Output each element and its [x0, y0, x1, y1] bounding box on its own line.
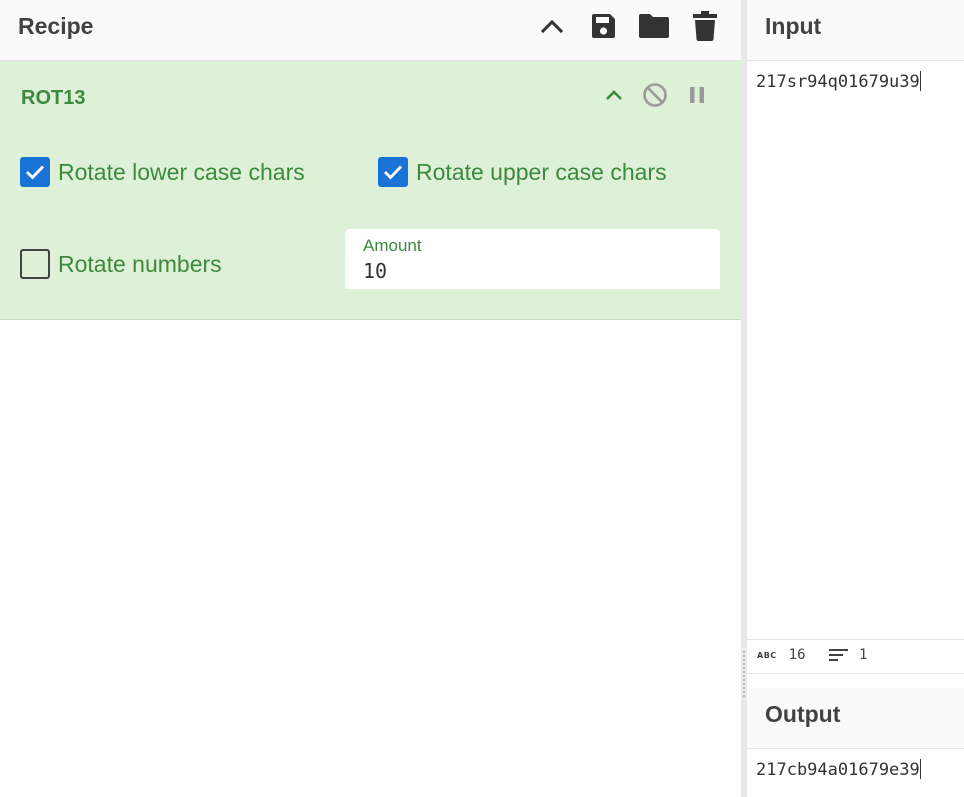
rotate-lower-label: Rotate lower case chars [58, 158, 305, 185]
chevron-up-icon[interactable] [600, 81, 628, 109]
length-value: 16 [788, 647, 806, 663]
checkbox-checked-icon[interactable] [378, 157, 408, 187]
amount-field[interactable]: Amount [345, 229, 720, 289]
rotate-upper-label: Rotate upper case chars [416, 158, 667, 185]
rotate-numbers-label: Rotate numbers [58, 250, 222, 277]
text-caret [919, 71, 921, 91]
abc-icon: ABC [757, 650, 777, 660]
input-textarea[interactable]: 217sr94q01679u39 [756, 71, 921, 92]
rotate-lower-checkbox[interactable]: Rotate lower case chars [20, 157, 305, 187]
chevron-up-icon[interactable] [536, 10, 568, 42]
input-header: Input [747, 0, 964, 61]
amount-label: Amount [363, 236, 422, 255]
rotate-numbers-checkbox[interactable]: Rotate numbers [20, 249, 222, 279]
input-status-bar: ABC 16 1 [747, 639, 964, 674]
lines-status: 1 [829, 647, 867, 663]
input-text: 217sr94q01679u39 [756, 72, 920, 92]
operation-rot13[interactable]: ROT13 Rotate lower case chars Rotate upp… [0, 61, 741, 320]
rotate-upper-checkbox[interactable]: Rotate upper case chars [378, 157, 667, 187]
output-textarea[interactable]: 217cb94a01679e39 [756, 759, 921, 780]
output-header: Output [747, 688, 964, 749]
amount-input[interactable] [363, 259, 703, 283]
save-icon[interactable] [587, 10, 619, 42]
output-text: 217cb94a01679e39 [756, 760, 920, 780]
folder-icon[interactable] [638, 10, 670, 42]
checkbox-checked-icon[interactable] [20, 157, 50, 187]
text-caret [919, 759, 921, 779]
operation-title: ROT13 [21, 87, 86, 109]
length-status: ABC 16 [757, 647, 806, 663]
output-title: Output [765, 701, 841, 727]
pause-icon[interactable] [683, 81, 711, 109]
output-panel: Output 217cb94a01679e39 [747, 688, 964, 797]
app: Recipe ROT13 Rotate lower case chars Rot… [0, 0, 964, 797]
recipe-header: Recipe [0, 0, 741, 61]
trash-icon[interactable] [689, 10, 721, 42]
input-title: Input [765, 13, 822, 39]
lines-value: 1 [859, 647, 868, 663]
disable-icon[interactable] [641, 81, 669, 109]
checkbox-unchecked-icon[interactable] [20, 249, 50, 279]
recipe-title: Recipe [18, 13, 94, 39]
input-panel: Input 217sr94q01679u39 ABC 16 1 [747, 0, 964, 674]
lines-icon [829, 649, 848, 661]
recipe-panel: Recipe ROT13 Rotate lower case chars Rot… [0, 0, 741, 797]
drag-handle-icon[interactable] [742, 650, 746, 698]
